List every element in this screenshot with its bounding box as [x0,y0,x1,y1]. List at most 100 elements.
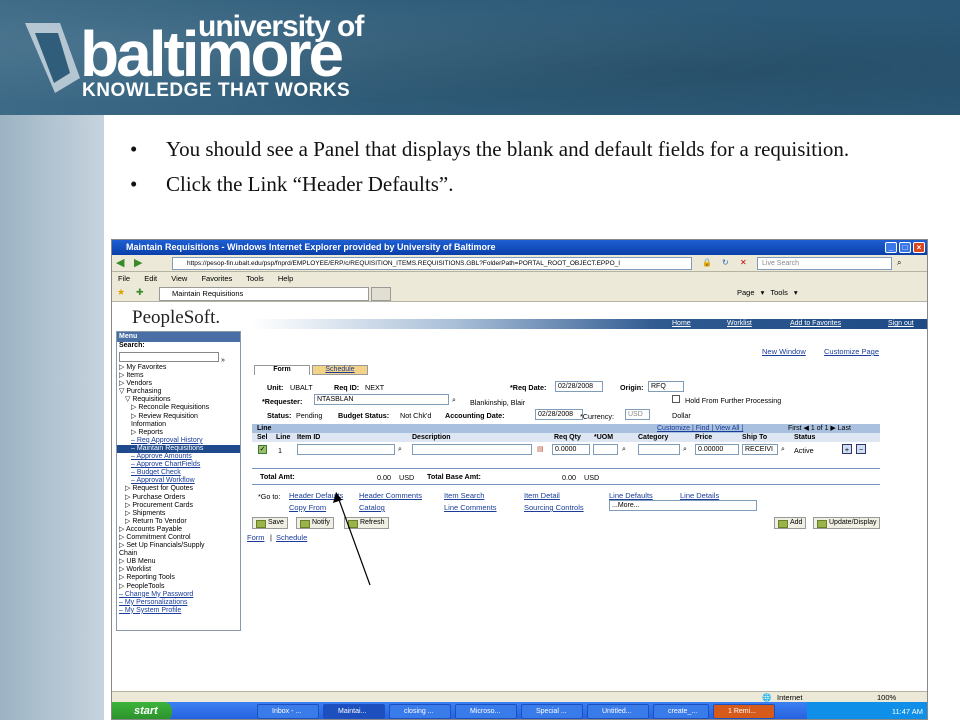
menu-item[interactable]: – Approve ChartFields [117,461,240,469]
new-tab-button[interactable] [371,287,391,301]
update-display-button[interactable]: Update/Display [813,517,881,529]
catalog-icon[interactable]: ▤ [537,444,544,453]
back-icon[interactable]: ◀ [116,256,124,269]
delete-row-icon[interactable]: − [856,444,866,454]
origin-select[interactable]: RFQ [648,381,684,392]
menu-item[interactable]: – Approval Workflow [117,477,240,485]
menu-item[interactable]: ▷ Commitment Control [117,534,240,542]
nav-worklist[interactable]: Worklist [727,319,752,329]
menu-item[interactable]: ▷ Return To Vendor [117,518,240,526]
add-favorite-icon[interactable]: ✚ [136,287,144,298]
ship-to-lookup-icon[interactable]: ⌕ [781,444,785,454]
taskbar-item-create[interactable]: create_... [653,704,709,719]
footer-form-link[interactable]: Form [247,533,265,542]
menu-item[interactable]: – My Personalizations [117,599,240,607]
copy-from-link[interactable]: Copy From [289,503,326,512]
requester-input[interactable]: NTASBLAN [314,394,449,405]
menu-item[interactable]: – Budget Check [117,469,240,477]
uom-lookup-icon[interactable]: ⌕ [622,444,626,454]
taskbar-item-untitled[interactable]: Untitled... [587,704,649,719]
header-comments-link[interactable]: Header Comments [359,491,422,500]
description-input[interactable] [412,444,532,455]
menu-item[interactable]: ▷ Reports [117,429,240,437]
stop-icon[interactable]: ✕ [740,258,747,267]
price-input[interactable]: 0.00000 [695,444,739,455]
menu-item[interactable]: – Req Approval History [117,437,240,445]
forward-icon[interactable]: ▶ [134,256,142,269]
tab-schedule[interactable]: Schedule [312,365,368,375]
favorites-star-icon[interactable]: ★ [117,287,125,298]
url-input[interactable]: https://pesop-fin.ubalt.edu/psp/fnprd/EM… [172,257,692,270]
grid-pager[interactable]: First ◀ 1 of 1 ▶ Last [788,424,851,433]
menu-item[interactable]: – Approve Amounts [117,453,240,461]
grid-nav-links[interactable]: Customize | Find | View All | [657,424,743,433]
menu-item[interactable]: ▷ UB Menu [117,558,240,566]
catalog-link[interactable]: Catalog [359,503,385,512]
menu-favorites[interactable]: Favorites [201,274,232,283]
menu-item[interactable]: Information [117,421,240,429]
menu-item[interactable]: ▷ PeopleTools [117,583,240,591]
menu-item[interactable]: ▽ Requisitions [117,396,240,404]
taskbar-item-microsoft[interactable]: Microso... [455,704,517,719]
line-defaults-link[interactable]: Line Defaults [609,491,653,500]
close-icon[interactable]: × [913,242,925,253]
taskbar-item-inbox[interactable]: Inbox - ... [257,704,319,719]
uom-input[interactable] [593,444,618,455]
start-button[interactable]: start [112,702,172,719]
save-button[interactable]: Save [252,517,288,529]
more-select[interactable]: ...More... [609,500,757,511]
menu-item[interactable]: ▷ Reporting Tools [117,574,240,582]
menu-item[interactable]: ▷ Worklist [117,566,240,574]
req-date-input[interactable]: 02/28/2008 [555,381,603,392]
nav-add-favorites[interactable]: Add to Favorites [790,319,841,329]
line-comments-link[interactable]: Line Comments [444,503,497,512]
category-lookup-icon[interactable]: ⌕ [683,444,687,454]
menu-item[interactable]: ▷ Reconcile Requisitions [117,404,240,412]
menu-edit[interactable]: Edit [144,274,157,283]
menu-item[interactable]: ▷ Request for Quotes [117,485,240,493]
add-button[interactable]: Add [774,517,807,529]
item-search-link[interactable]: Item Search [444,491,484,500]
footer-schedule-link[interactable]: Schedule [276,533,307,542]
browser-tab-maintain-requisitions[interactable]: Maintain Requisitions [159,287,369,301]
menu-item[interactable]: ▷ Accounts Payable [117,526,240,534]
menu-item[interactable]: ▷ Review Requisition [117,413,240,421]
refresh-icon[interactable]: ↻ [722,258,729,267]
refresh-button[interactable]: Refresh [344,517,389,529]
accounting-date-input[interactable]: 02/28/2008 [535,409,583,420]
menu-item[interactable]: ▷ Vendors [117,380,240,388]
header-defaults-link[interactable]: Header Defaults [289,491,343,500]
req-qty-input[interactable]: 0.0000 [552,444,590,455]
menu-item[interactable]: – Change My Password [117,591,240,599]
search-go-icon[interactable]: » [221,357,225,364]
nav-sign-out[interactable]: Sign out [888,319,914,329]
menu-item[interactable]: ▷ My Favorites [117,364,240,372]
menu-item[interactable]: ▷ Purchase Orders [117,494,240,502]
menu-view[interactable]: View [171,274,187,283]
search-icon[interactable]: ⌕ [897,258,901,268]
command-bar[interactable]: Page ▾ Tools ▾ [737,287,798,299]
menu-item[interactable]: ▷ Items [117,372,240,380]
menu-help[interactable]: Help [278,274,293,283]
taskbar-item-closing[interactable]: closing ... [389,704,451,719]
item-detail-link[interactable]: Item Detail [524,491,560,500]
minimize-icon[interactable]: _ [885,242,897,253]
add-row-icon[interactable]: + [842,444,852,454]
menu-file[interactable]: File [118,274,130,283]
menu-item[interactable]: ▷ Procurement Cards [117,502,240,510]
item-id-input[interactable] [297,444,395,455]
menu-search-input[interactable] [119,352,219,362]
category-input[interactable] [638,444,680,455]
menu-item[interactable]: – Maintain Requisitions [117,444,240,454]
sourcing-controls-link[interactable]: Sourcing Controls [524,503,584,512]
customize-page-link[interactable]: Customize Page [824,347,879,356]
maximize-icon[interactable]: □ [899,242,911,253]
menu-item[interactable]: ▽ Purchasing [117,388,240,396]
live-search-input[interactable]: Live Search [757,257,892,270]
hold-checkbox[interactable] [672,395,680,403]
new-window-link[interactable]: New Window [762,347,806,356]
ship-to-input[interactable]: RECEIVI [742,444,778,455]
requester-lookup-icon[interactable]: ⌕ [452,395,456,405]
taskbar-item-special[interactable]: Special ... [521,704,583,719]
menu-item[interactable]: Chain [117,550,240,558]
